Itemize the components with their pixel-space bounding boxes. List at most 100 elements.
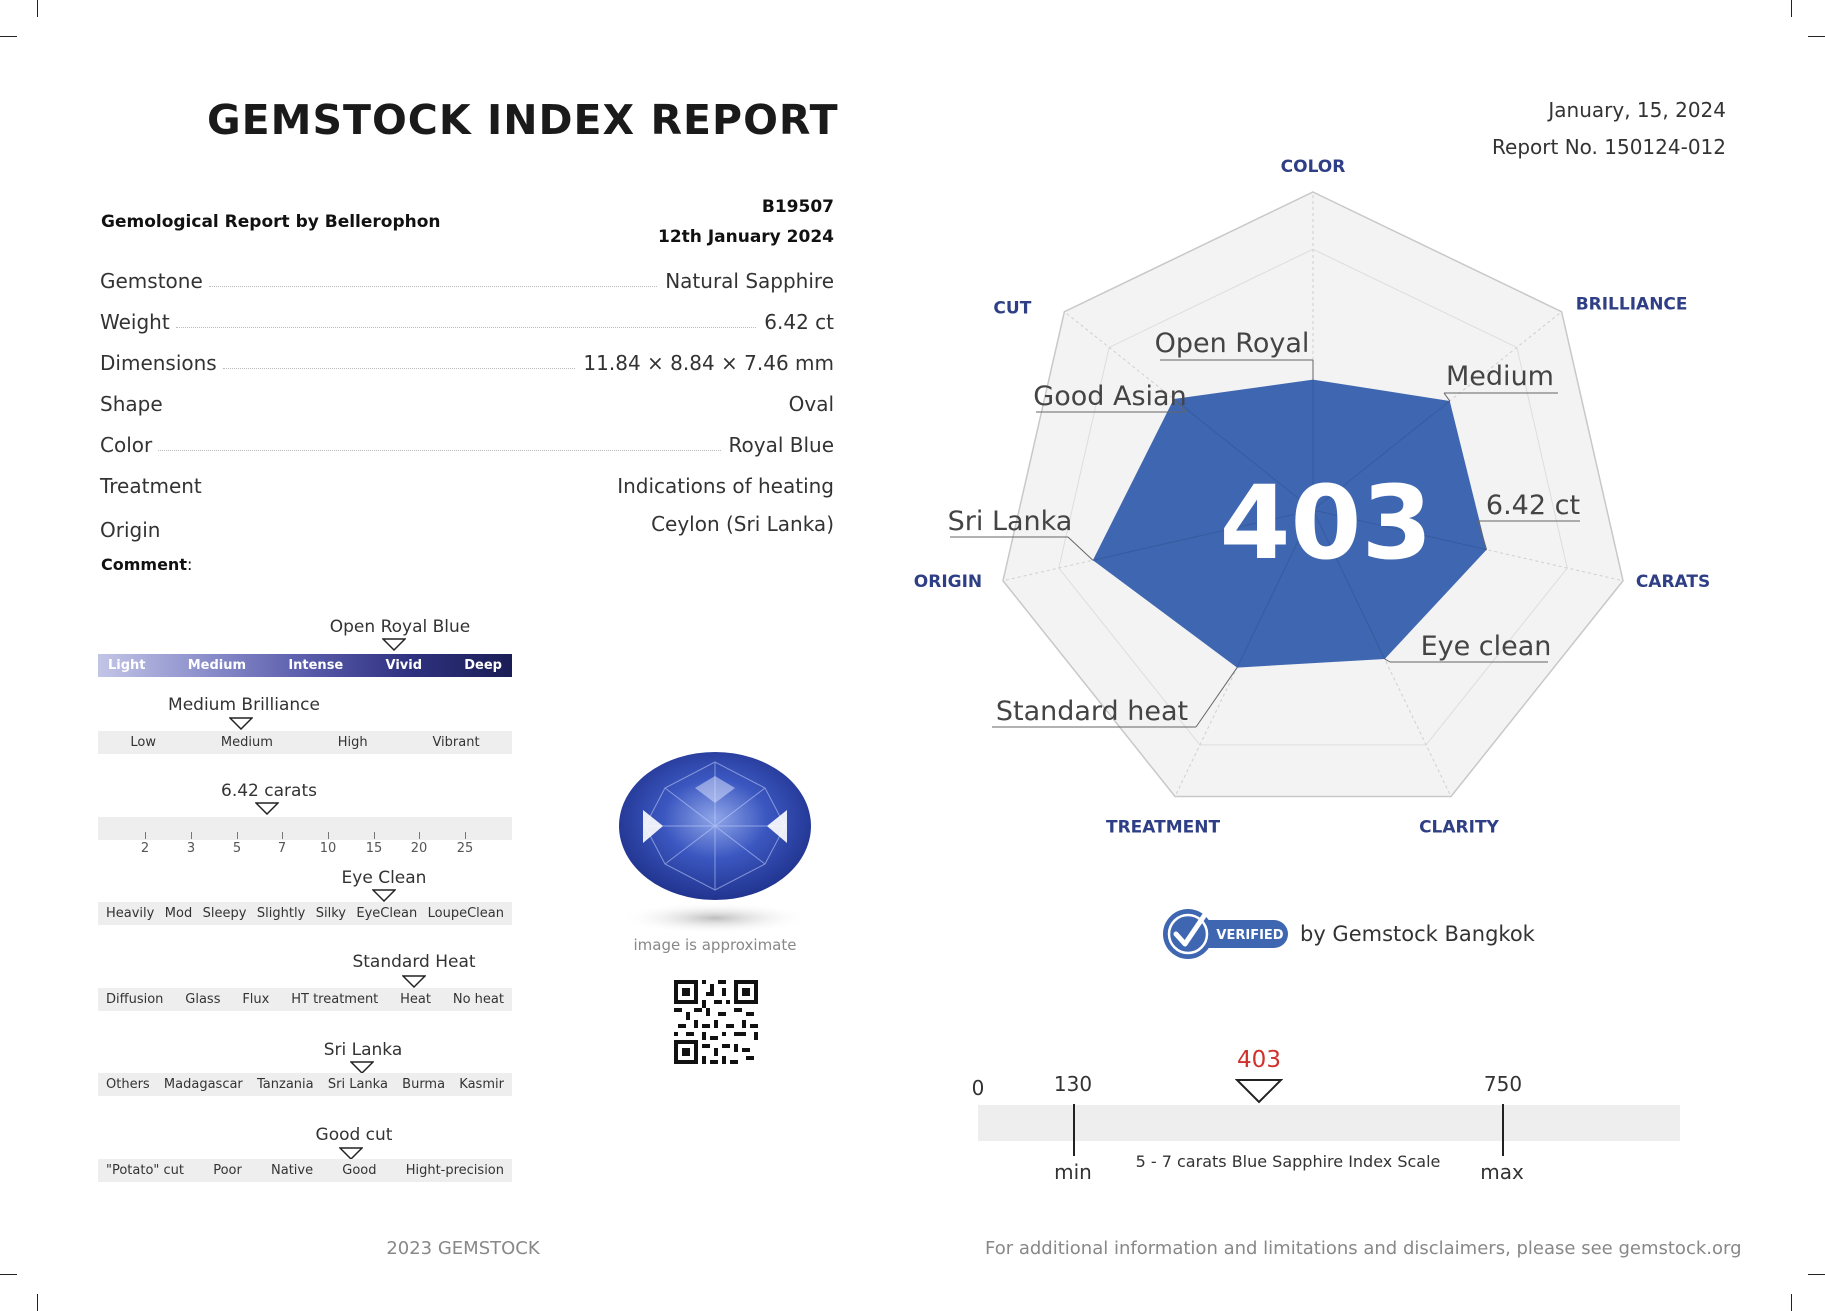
clarity-scale-item: Mod (164, 906, 193, 921)
clarity-scale-bar: Heavily Mod Sleepy Slightly Silky EyeCle… (98, 902, 512, 925)
spec-row-color: Color Royal Blue (100, 429, 834, 457)
carats-tick-label: 5 (232, 841, 242, 856)
origin-scale-item: Sri Lanka (327, 1077, 388, 1092)
carats-tick-label: 3 (186, 841, 196, 856)
radar-annotation-brilliance: Medium (1446, 361, 1554, 392)
carats-tick-label: 7 (277, 841, 287, 856)
crop-mark (1808, 36, 1825, 37)
cut-scale-bar: "Potato" cut Poor Native Good Hight-prec… (98, 1159, 512, 1182)
brilliance-scale-item: Medium (220, 735, 273, 750)
gemological-code: B19507 (761, 197, 834, 217)
spec-row-gemstone: Gemstone Natural Sapphire (100, 265, 834, 293)
spec-row-treatment: Treatment Indications of heating (100, 470, 834, 498)
carats-tick-label: 25 (456, 841, 474, 856)
treatment-scale-item: HT treatment (291, 992, 379, 1007)
treatment-scale-item: Flux (242, 992, 270, 1007)
radar-chart: COLOR BRILLIANCE CARATS CLARITY TREATMENT ORI… (914, 157, 1710, 838)
radar-annotation-color: Open Royal (1155, 328, 1310, 359)
color-scale-item: Intense (288, 658, 344, 673)
carats-tick-label: 15 (365, 841, 383, 856)
spec-key: Dimensions (100, 351, 217, 375)
brilliance-scale-item: Low (130, 735, 157, 750)
color-scale-item: Medium (187, 658, 247, 673)
comment-label: Comment: (101, 555, 193, 574)
radar-score: 403 (1220, 464, 1433, 583)
carats-scale-bar (98, 817, 512, 840)
clarity-marker-triangle (372, 889, 396, 902)
spec-row-origin: Origin Ceylon (Sri Lanka) (100, 508, 834, 542)
cut-scale-item: Good (342, 1163, 377, 1178)
color-scale-item: Vivid (385, 658, 423, 673)
radar-annotation-clarity: Eye clean (1421, 631, 1552, 662)
radar-axis-label-cut: CUT (993, 299, 1031, 319)
clarity-scale-item: Slightly (256, 906, 306, 921)
brilliance-scale-item: High (337, 735, 368, 750)
crop-mark (0, 36, 17, 37)
treatment-scale-item: Diffusion (106, 992, 164, 1007)
radar-annotation-carats: 6.42 ct (1486, 490, 1580, 521)
carats-marker-triangle (255, 802, 279, 815)
clarity-scale-item: Silky (315, 906, 346, 921)
cut-scale-item: Native (271, 1163, 314, 1178)
carats-tick-label: 20 (410, 841, 428, 856)
footer-disclaimer: For additional information and limitatio… (985, 1238, 1742, 1259)
index-min-value: 130 (1053, 1072, 1093, 1096)
index-max-line (1502, 1104, 1504, 1156)
sapphire-image (619, 752, 811, 934)
color-marker-label: Open Royal Blue (329, 617, 471, 637)
report-title: GEMSTOCK INDEX REPORT (207, 96, 839, 144)
crop-mark (1808, 1274, 1825, 1275)
spec-key: Weight (100, 310, 170, 334)
radar-annotation-origin: Sri Lanka (948, 506, 1073, 537)
image-note: image is approximate (633, 936, 797, 954)
qr-code[interactable] (674, 980, 758, 1064)
radar-axis-label-clarity: CLARITY (1419, 818, 1499, 838)
brilliance-scale-item: Vibrant (432, 735, 480, 750)
verified-by-text: by Gemstock Bangkok (1300, 922, 1535, 946)
radar-axis-label-brilliance: BRILLIANCE (1576, 295, 1688, 315)
radar-axis-label-color: COLOR (1281, 157, 1346, 177)
treatment-scale-item: Heat (400, 992, 431, 1007)
carats-ticks: 2 3 5 7 10 15 20 25 (98, 832, 512, 862)
index-current-value: 403 (1237, 1047, 1281, 1073)
cut-scale-item: Poor (213, 1163, 242, 1178)
origin-scale-bar: Others Madagascar Tanzania Sri Lanka Bur… (98, 1073, 512, 1096)
cut-scale-item: "Potato" cut (106, 1163, 185, 1178)
radar-axis-label-origin: ORIGIN (914, 572, 982, 592)
spec-value: Oval (788, 392, 834, 416)
radar-axis-label-treatment: TREATMENT (1106, 818, 1220, 838)
radar-axis-label-carats: CARATS (1636, 572, 1710, 592)
crop-mark (1791, 0, 1792, 17)
origin-scale-item: Kasmir (459, 1077, 504, 1092)
color-scale-item: Deep (464, 658, 502, 673)
spec-key: Shape (100, 392, 163, 416)
brilliance-marker-label: Medium Brilliance (168, 695, 320, 715)
footer-copyright: 2023 GEMSTOCK (386, 1238, 540, 1259)
color-marker-triangle (382, 638, 406, 651)
gemological-source: Gemological Report by Bellerophon (101, 212, 441, 232)
treatment-marker-label: Standard Heat (352, 952, 476, 972)
radar-annotation-cut: Good Asian (1033, 381, 1186, 412)
verified-badge-text: VERIFIED (1216, 928, 1283, 943)
spec-value: 6.42 ct (764, 310, 834, 334)
clarity-scale-item: Heavily (106, 906, 155, 921)
crop-mark (0, 1274, 17, 1275)
index-scale-caption: 5 - 7 carats Blue Sapphire Index Scale (1135, 1152, 1441, 1171)
spec-row-dimensions: Dimensions 11.84 × 8.84 × 7.46 mm (100, 347, 834, 375)
spec-value: Natural Sapphire (665, 269, 834, 293)
spec-value: Royal Blue (728, 433, 835, 457)
brilliance-scale-bar: Low Medium High Vibrant (98, 731, 512, 754)
crop-mark (37, 0, 38, 17)
origin-scale-item: Others (106, 1077, 150, 1092)
brilliance-marker-triangle (229, 717, 253, 730)
spec-value: Indications of heating (617, 474, 834, 498)
clarity-scale-item: Sleepy (202, 906, 247, 921)
carats-tick-label: 2 (140, 841, 150, 856)
origin-scale-item: Burma (402, 1077, 446, 1092)
origin-scale-item: Tanzania (257, 1077, 314, 1092)
index-zero: 0 (971, 1076, 985, 1100)
index-max-label: max (1480, 1160, 1524, 1184)
color-scale-item: Light (108, 658, 146, 673)
carats-tick-label: 10 (319, 841, 337, 856)
index-scale-bar (978, 1105, 1680, 1141)
